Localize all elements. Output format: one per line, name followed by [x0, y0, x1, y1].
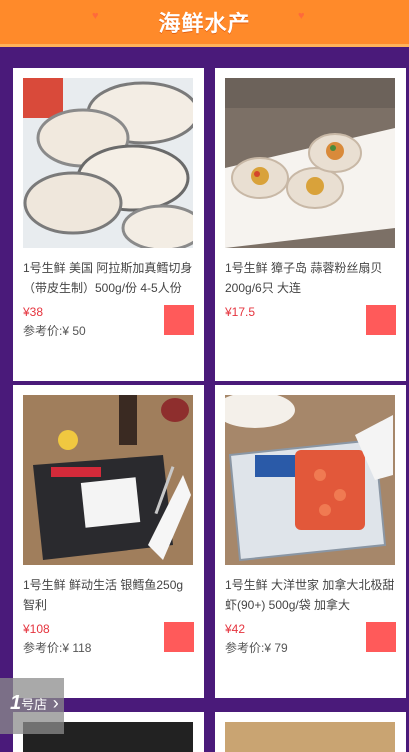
add-to-cart-button[interactable] [164, 622, 194, 652]
product-name[interactable]: 1号生鲜 大洋世家 加拿大北极甜虾(90+) 500g/袋 加拿大 [225, 575, 395, 615]
product-image[interactable] [23, 395, 193, 565]
product-card[interactable]: 1号生鲜 大洋世家 加拿大北极甜虾(90+) 500g/袋 加拿大 ¥42 参考… [215, 385, 406, 698]
product-name[interactable]: 1号生鲜 美国 阿拉斯加真鳕切身（带皮生制）500g/份 4-5人份 [23, 258, 193, 298]
product-name[interactable]: 1号生鲜 獐子岛 蒜蓉粉丝扇贝 200g/6只 大连 [225, 258, 395, 298]
product-name[interactable]: 1号生鲜 鲜动生活 银鳕鱼250g 智利 [23, 575, 193, 615]
add-to-cart-button[interactable] [366, 622, 396, 652]
product-image[interactable] [225, 722, 395, 752]
reference-price: 参考价:¥ 79 [225, 641, 288, 655]
product-image[interactable] [225, 78, 395, 248]
product-price: ¥42 [225, 622, 246, 636]
product-price: ¥38 [23, 305, 44, 319]
product-card[interactable] [215, 712, 406, 752]
store-logo-button[interactable]: 1号店 › [0, 678, 64, 734]
product-card[interactable]: 1号生鲜 美国 阿拉斯加真鳕切身（带皮生制）500g/份 4-5人份 ¥38 参… [13, 68, 204, 381]
product-image[interactable] [225, 395, 395, 565]
logo-text: 号店 [21, 697, 48, 712]
add-to-cart-button[interactable] [164, 305, 194, 335]
reference-price: 参考价:¥ 118 [23, 641, 92, 655]
product-image[interactable] [23, 78, 193, 248]
add-to-cart-button[interactable] [366, 305, 396, 335]
product-price: ¥108 [23, 622, 50, 636]
product-card[interactable]: 1号生鲜 獐子岛 蒜蓉粉丝扇贝 200g/6只 大连 ¥17.5 [215, 68, 406, 381]
product-price: ¥17.5 [225, 305, 256, 319]
chevron-right-icon: › [52, 693, 59, 713]
section-title: 海鲜水产 [158, 11, 251, 36]
reference-price: 参考价:¥ 50 [23, 324, 86, 338]
logo-number: 1 [10, 692, 22, 714]
section-header: ♥ ♥ 海鲜水产 [0, 0, 409, 47]
product-card[interactable]: 1号生鲜 鲜动生活 银鳕鱼250g 智利 ¥108 参考价:¥ 118 [13, 385, 204, 698]
